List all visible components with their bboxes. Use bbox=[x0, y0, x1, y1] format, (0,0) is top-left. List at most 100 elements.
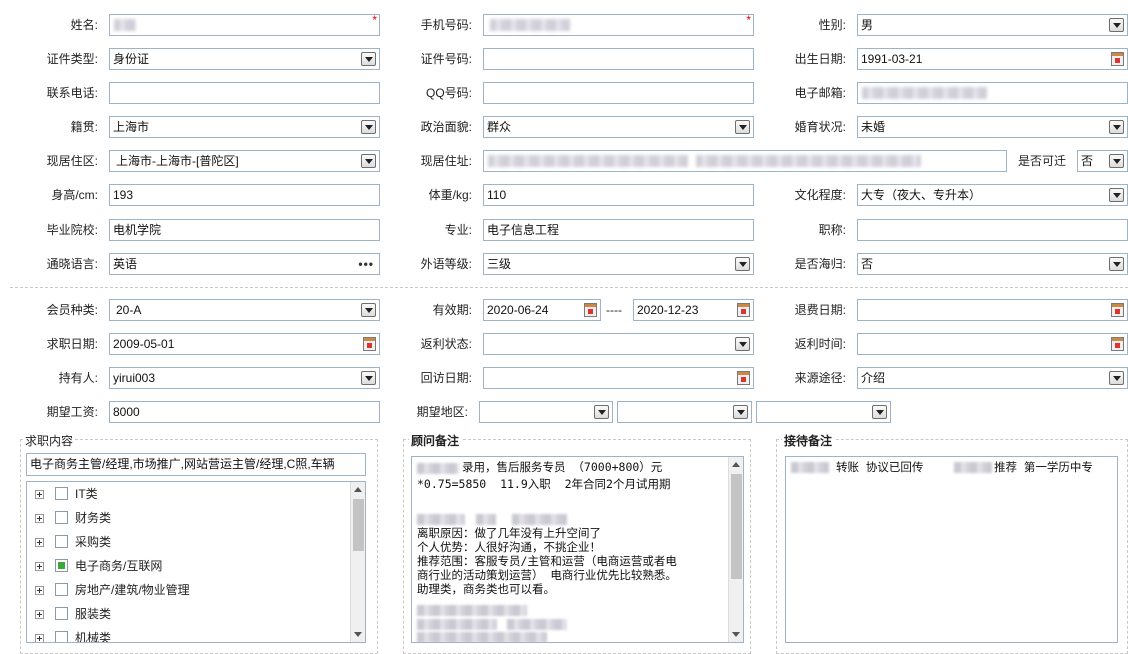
phone-field[interactable] bbox=[109, 82, 380, 104]
required-mark: * bbox=[372, 14, 377, 27]
valid-to-field[interactable]: 2020-12-23 bbox=[633, 299, 754, 321]
job-selected-field[interactable]: 电子商务主管/经理,市场推广,网站营运主管/经理,C照,车辆 bbox=[26, 453, 366, 476]
level-select[interactable]: 三级 bbox=[483, 253, 754, 275]
marital-select[interactable]: 未婚 bbox=[857, 116, 1128, 138]
scroll-up-icon[interactable] bbox=[732, 462, 740, 467]
expand-icon[interactable] bbox=[35, 538, 44, 547]
edu-select[interactable]: 大专（夜大、专升本） bbox=[857, 184, 1128, 206]
region-label: 期望地区: bbox=[416, 405, 468, 419]
scroll-down-icon[interactable] bbox=[354, 632, 362, 637]
tree-item-label: 房地产/建筑/物业管理 bbox=[75, 583, 190, 597]
more-options-icon[interactable]: ••• bbox=[358, 254, 374, 274]
valid-from-field[interactable]: 2020-06-24 bbox=[483, 299, 601, 321]
region-province-select[interactable] bbox=[479, 401, 613, 423]
lang-field[interactable]: 英语 ••• bbox=[109, 253, 380, 275]
job-category-tree[interactable]: IT类 财务类 采购类 电子商务/互联网 房地产/建筑/物业管理 服装类 机械类 bbox=[26, 481, 366, 643]
email-field[interactable] bbox=[857, 82, 1128, 104]
salary-field[interactable]: 8000 bbox=[109, 401, 380, 423]
relocate-select[interactable]: 否 bbox=[1077, 150, 1128, 172]
holder-select[interactable]: yirui003 bbox=[109, 367, 380, 389]
calendar-icon[interactable] bbox=[1111, 303, 1124, 317]
dropdown-arrow-icon[interactable] bbox=[361, 52, 376, 66]
rebate-time-field[interactable] bbox=[857, 333, 1128, 355]
overseas-select[interactable]: 否 bbox=[857, 253, 1128, 275]
calendar-icon[interactable] bbox=[363, 337, 376, 351]
region-district-select[interactable] bbox=[756, 401, 891, 423]
calendar-icon[interactable] bbox=[1111, 337, 1124, 351]
idtype-select[interactable]: 身份证 bbox=[109, 48, 380, 70]
dropdown-arrow-icon[interactable] bbox=[1109, 188, 1124, 202]
scroll-thumb[interactable] bbox=[731, 474, 742, 579]
dropdown-arrow-icon[interactable] bbox=[735, 257, 750, 271]
checkbox[interactable] bbox=[55, 607, 68, 620]
area-select[interactable]: 上海市-上海市-[普陀区] bbox=[109, 150, 380, 172]
dropdown-arrow-icon[interactable] bbox=[361, 154, 376, 168]
native-select[interactable]: 上海市 bbox=[109, 116, 380, 138]
scroll-down-icon[interactable] bbox=[732, 632, 740, 637]
birth-date-field[interactable]: 1991-03-21 bbox=[857, 48, 1128, 70]
dropdown-arrow-icon[interactable] bbox=[361, 120, 376, 134]
expand-icon[interactable] bbox=[35, 490, 44, 499]
checkbox[interactable] bbox=[55, 583, 68, 596]
rebate-status-select[interactable] bbox=[483, 333, 754, 355]
expand-icon[interactable] bbox=[35, 634, 44, 642]
calendar-icon[interactable] bbox=[737, 371, 750, 385]
dropdown-arrow-icon[interactable] bbox=[1109, 371, 1124, 385]
expand-icon[interactable] bbox=[35, 586, 44, 595]
region-city-select[interactable] bbox=[617, 401, 752, 423]
calendar-icon[interactable] bbox=[737, 303, 750, 317]
major-field[interactable]: 电子信息工程 bbox=[483, 219, 754, 241]
address-field[interactable] bbox=[483, 150, 1007, 172]
native-label: 籍贯: bbox=[70, 120, 98, 134]
expand-icon[interactable] bbox=[35, 562, 44, 571]
scroll-up-icon[interactable] bbox=[354, 487, 362, 492]
political-select[interactable]: 群众 bbox=[483, 116, 754, 138]
checkbox[interactable] bbox=[55, 559, 68, 572]
advisor-notes-textarea[interactable]: 录用，售后服务专员 （7000+800）元 *0.75=5850 11.9入职 2… bbox=[411, 456, 744, 643]
dropdown-arrow-icon[interactable] bbox=[735, 337, 750, 351]
revisit-date-field[interactable] bbox=[483, 367, 754, 389]
checkbox[interactable] bbox=[55, 535, 68, 548]
dropdown-arrow-icon[interactable] bbox=[872, 405, 887, 419]
calendar-icon[interactable] bbox=[584, 303, 597, 317]
checkbox[interactable] bbox=[55, 631, 68, 642]
name-field[interactable]: * bbox=[109, 14, 380, 36]
checkbox[interactable] bbox=[55, 511, 68, 524]
dropdown-arrow-icon[interactable] bbox=[735, 120, 750, 134]
notes-scrollbar[interactable] bbox=[728, 457, 743, 642]
dropdown-arrow-icon[interactable] bbox=[1109, 18, 1124, 32]
dropdown-arrow-icon[interactable] bbox=[594, 405, 609, 419]
mobile-field[interactable]: * bbox=[483, 14, 754, 36]
school-field[interactable]: 电机学院 bbox=[109, 219, 380, 241]
reception-note-part2: 推荐 第一学历中专 bbox=[994, 460, 1093, 474]
qq-field[interactable] bbox=[483, 82, 754, 104]
dropdown-arrow-icon[interactable] bbox=[1109, 120, 1124, 134]
member-type-select[interactable]: 20-A bbox=[109, 299, 380, 321]
title-field[interactable] bbox=[857, 219, 1128, 241]
source-select[interactable]: 介绍 bbox=[857, 367, 1128, 389]
major-label: 专业: bbox=[444, 223, 472, 237]
checkbox[interactable] bbox=[55, 487, 68, 500]
expand-icon[interactable] bbox=[35, 514, 44, 523]
refund-date-field[interactable] bbox=[857, 299, 1128, 321]
source-value: 介绍 bbox=[861, 371, 886, 385]
idno-field[interactable] bbox=[483, 48, 754, 70]
scroll-thumb[interactable] bbox=[353, 499, 364, 551]
dropdown-arrow-icon[interactable] bbox=[1109, 257, 1124, 271]
height-field[interactable]: 193 bbox=[109, 184, 380, 206]
dropdown-arrow-icon[interactable] bbox=[361, 303, 376, 317]
advisor-note-line: 推荐范围：客服专员/主管和运营（电商运营或者电 bbox=[417, 554, 677, 568]
tree-scrollbar[interactable] bbox=[350, 482, 365, 642]
lang-value: 英语 bbox=[113, 257, 138, 271]
dropdown-arrow-icon[interactable] bbox=[1109, 154, 1124, 168]
advisor-note-line: 助理类，商务类也可以看。 bbox=[417, 582, 555, 596]
calendar-icon[interactable] bbox=[1111, 52, 1124, 66]
dropdown-arrow-icon[interactable] bbox=[733, 405, 748, 419]
gender-select[interactable]: 男 bbox=[857, 14, 1128, 36]
weight-field[interactable]: 110 bbox=[483, 184, 754, 206]
jobsearch-date-field[interactable]: 2009-05-01 bbox=[109, 333, 380, 355]
reception-notes-textarea[interactable]: 转账 协议已回传 推荐 第一学历中专 bbox=[785, 456, 1118, 643]
dropdown-arrow-icon[interactable] bbox=[361, 371, 376, 385]
expand-icon[interactable] bbox=[35, 610, 44, 619]
advisor-note-line: *0.75=5850 11.9入职 2年合同2个月试用期 bbox=[417, 477, 671, 491]
